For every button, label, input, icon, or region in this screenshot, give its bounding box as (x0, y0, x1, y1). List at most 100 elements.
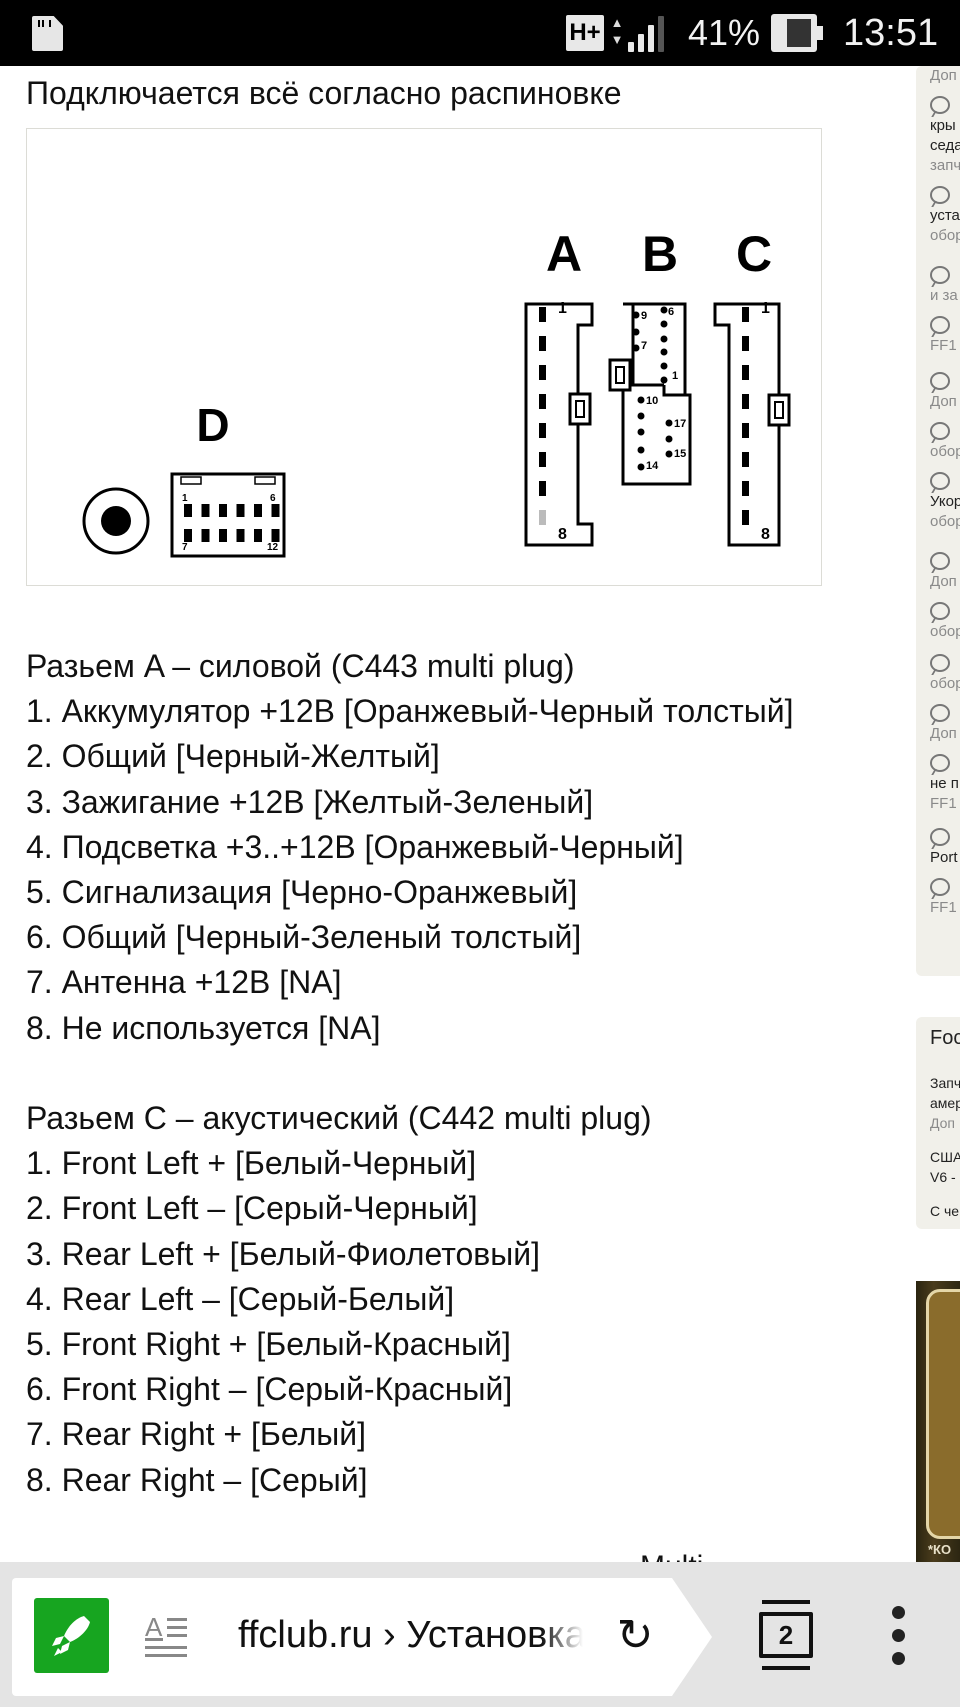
card-title[interactable]: Foc (930, 1027, 960, 1050)
connector-pin (665, 435, 673, 443)
connector-pin (539, 452, 546, 467)
comment-bubble-icon (930, 472, 950, 490)
connector-pin (254, 529, 262, 542)
card-line: Доп (930, 1115, 956, 1131)
connector-c: C 1 8 (713, 226, 791, 547)
card-line[interactable]: Запч (930, 1073, 960, 1093)
more-menu-icon[interactable] (884, 1606, 914, 1666)
sidebar-comment-item[interactable]: FF1 (930, 316, 957, 356)
sidebar-comment-item[interactable]: не п FF1 (930, 754, 959, 814)
comment-bubble-icon (930, 828, 950, 846)
pin-label: 1 (558, 300, 567, 317)
connector-pin (660, 320, 668, 328)
connector-pin (539, 423, 546, 438)
clock: 13:51 (843, 12, 939, 54)
sidebar-comment-item[interactable]: обор (930, 654, 960, 694)
pin-row: 2. Общий [Черный-Желтый] (26, 738, 440, 775)
comment-bubble-icon (930, 552, 950, 570)
sidebar-comment-item[interactable]: кры седа запч (930, 96, 960, 176)
connector-a-heading: Разьем A – силовой (C443 multi plug) (26, 648, 575, 684)
connector-b-label: B (642, 226, 678, 282)
sidebar-card[interactable]: Foc Запч амер Доп США V6 - С че (916, 1017, 960, 1229)
connector-pin (632, 344, 640, 352)
intro-text: Подключается всё согласно распиновке (26, 75, 622, 111)
pin-row: 7. Rear Right + [Белый] (26, 1416, 367, 1453)
connector-pin (660, 306, 668, 314)
pin-label: 1 (182, 493, 188, 504)
pin-row: 3. Зажигание +12В [Желтый-Зеленый] (26, 783, 594, 820)
connector-a-label: A (546, 226, 582, 282)
reload-icon[interactable]: ↻ (611, 1612, 659, 1660)
sidebar-comment-item[interactable]: Доп (930, 372, 957, 412)
sidebar-comment-item[interactable]: Доп (930, 66, 957, 86)
comment-line: кры (930, 117, 956, 134)
pin-row: 8. Не используется [NA] (26, 1009, 381, 1046)
connector-c-label: C (736, 226, 772, 282)
connector-pin (660, 335, 668, 343)
connector-pin (637, 396, 645, 404)
sidebar-comment-item[interactable]: уста обор (930, 186, 960, 246)
tabs-button[interactable]: 2 (756, 1600, 816, 1672)
pin-row: 4. Rear Left – [Серый-Белый] (26, 1280, 455, 1317)
turbo-mode-button[interactable] (34, 1598, 109, 1673)
pin-label: 8 (761, 526, 770, 543)
sidebar-comment-item[interactable]: Укор обор (930, 472, 960, 532)
comment-line: Доп (930, 67, 957, 84)
pinout-diagram[interactable]: D 1 6 7 12 A 1 8 B 9 7 6 1 10 17 15 14 C… (26, 128, 822, 586)
reader-mode-button[interactable]: A (143, 1612, 191, 1660)
comment-bubble-icon (930, 186, 950, 204)
sidebar-comment-item[interactable]: обор (930, 422, 960, 462)
ad-plaque (926, 1289, 960, 1539)
connector-pin (539, 510, 546, 525)
pin-label: 7 (641, 340, 647, 352)
card-line[interactable]: США (930, 1147, 960, 1167)
svg-text:A: A (145, 1612, 163, 1642)
sidebar-comment-item[interactable]: FF1 (930, 878, 957, 918)
connector-c-pinout: Разьем C – акустический (C442 multi plug… (26, 1096, 652, 1503)
pin-label: 7 (182, 542, 188, 553)
connector-pin (219, 529, 227, 542)
browser-bottom-bar: A ffclub.ru › Установка ↻ 2 (0, 1562, 960, 1707)
comment-line: Port (930, 849, 958, 866)
sidebar-comment-item[interactable]: Port (930, 828, 958, 868)
connector-pin (271, 504, 280, 517)
comment-line: FF1 (930, 899, 957, 916)
card-line[interactable]: V6 - (930, 1167, 956, 1187)
sidebar-comment-item[interactable]: и за (930, 266, 958, 306)
connector-pin (660, 376, 668, 384)
comment-bubble-icon (930, 372, 950, 390)
pin-row: 6. Front Right – [Серый-Красный] (26, 1371, 513, 1408)
pin-label: 6 (668, 306, 674, 318)
comment-line: FF1 (930, 795, 957, 812)
comment-bubble-icon (930, 266, 950, 284)
comment-bubble-icon (930, 878, 950, 896)
connector-pin (742, 307, 749, 322)
pin-label: 6 (270, 493, 276, 504)
connector-pin (539, 307, 546, 322)
pin-label: 9 (641, 310, 647, 322)
comment-line: обор (930, 443, 960, 460)
connector-pin (637, 412, 645, 420)
sidebar-comment-item[interactable]: Доп (930, 552, 957, 592)
sidebar-comment-item[interactable]: обор (930, 602, 960, 642)
battery-percent: 41% (688, 12, 761, 53)
comment-line: не п (930, 775, 959, 792)
connector-pin (742, 452, 749, 467)
card-line[interactable]: амер (930, 1093, 960, 1113)
network-type-icon: H+ (566, 15, 604, 51)
pin-row: 3. Rear Left + [Белый-Фиолетовый] (26, 1235, 541, 1272)
battery-icon (771, 14, 823, 52)
connector-pin (236, 529, 245, 542)
ad-text: *КО (928, 1542, 952, 1557)
sidebar-comment-item[interactable]: Доп (930, 704, 957, 744)
ad-banner[interactable]: *КО (916, 1281, 960, 1563)
comment-line: запч (930, 157, 960, 174)
comment-line: обор (930, 623, 960, 640)
url-display[interactable]: ffclub.ru › Установка (238, 1610, 583, 1660)
comment-bubble-icon (930, 754, 950, 772)
card-line[interactable]: С че (930, 1201, 959, 1221)
comment-bubble-icon (930, 602, 950, 620)
comment-bubble-icon (930, 654, 950, 672)
connector-d: D 1 6 7 12 (170, 399, 286, 558)
comment-line: Укор (930, 493, 960, 510)
